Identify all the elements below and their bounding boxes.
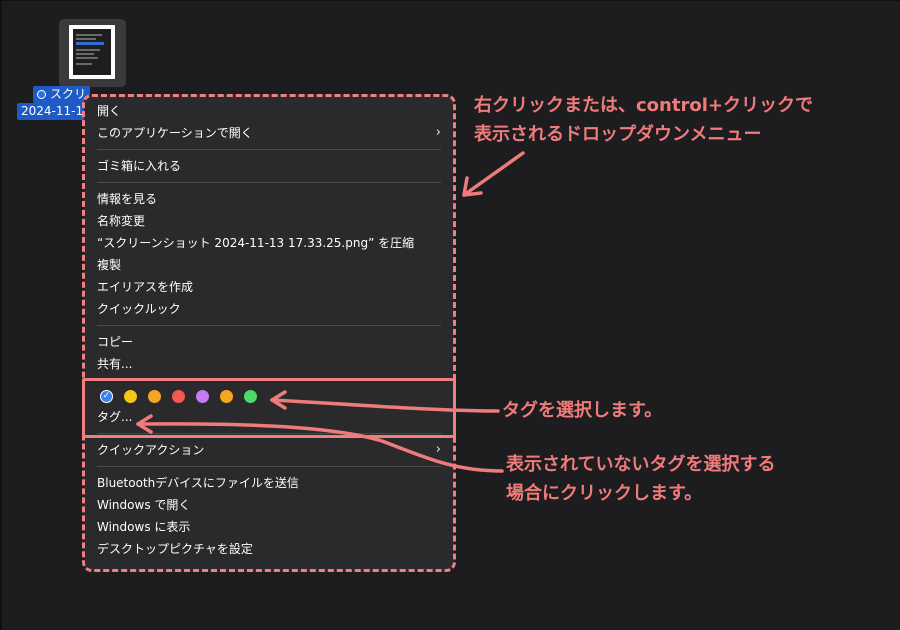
menu-separator xyxy=(97,380,441,381)
annotation-tag-select: タグを選択します。 xyxy=(502,400,663,421)
menu-separator xyxy=(97,433,441,434)
menu-item-3-1-label: 共有... xyxy=(97,357,133,371)
menu-item-bottom-3[interactable]: デスクトップピクチャを設定 xyxy=(97,538,441,560)
menu-item-bottom-1-label: Windows で開く xyxy=(97,498,191,512)
menu-item-quick-actions[interactable]: クイックアクション › xyxy=(97,439,441,461)
menu-item-bottom-2-label: Windows に表示 xyxy=(97,520,191,534)
menu-item-1-0-label: ゴミ箱に入れる xyxy=(97,159,182,173)
menu-item-2-2-label: “スクリーンショット 2024-11-13 17.33.25.png” を圧縮 xyxy=(97,236,415,250)
menu-item-0-1-label: このアプリケーションで開く xyxy=(97,126,253,140)
annotation-menu-note: 右クリックまたは、control+クリックで 表示されるドロップダウンメニュー xyxy=(474,91,813,149)
tag-color-row: ✓ xyxy=(97,386,441,406)
menu-item-bottom-0[interactable]: Bluetoothデバイスにファイルを送信 xyxy=(97,472,441,494)
tag-color-purple[interactable] xyxy=(196,389,209,403)
annotation-menu-note-line2: 表示されるドロップダウンメニュー xyxy=(474,124,762,145)
menu-separator xyxy=(97,182,441,183)
menu-item-2-5-label: クイックルック xyxy=(97,302,181,316)
annotation-hidden-tag-note: 表示されていないタグを選択する 場合にクリックします。 xyxy=(506,450,775,508)
menu-item-2-5[interactable]: クイックルック xyxy=(97,298,441,320)
menu-item-0-1[interactable]: このアプリケーションで開く › xyxy=(97,122,441,144)
annotation-hidden-tag-note-line1: 表示されていないタグを選択する xyxy=(506,454,776,475)
menu-item-bottom-2[interactable]: Windows に表示 xyxy=(97,516,441,538)
file-thumbnail-icon[interactable] xyxy=(59,19,126,87)
menu-item-0-0[interactable]: 開く xyxy=(97,100,441,122)
menu-item-2-4[interactable]: エイリアスを作成 xyxy=(97,276,441,298)
tag-color-green[interactable] xyxy=(244,389,257,403)
menu-item-2-3[interactable]: 複製 xyxy=(97,254,441,276)
file-name-line1: スクリ xyxy=(50,87,87,101)
menu-separator xyxy=(97,149,441,150)
chevron-right-icon: › xyxy=(435,442,441,457)
tag-color-yellow[interactable] xyxy=(124,389,137,403)
checkmark-icon: ✓ xyxy=(102,390,111,401)
context-menu: 開くこのアプリケーションで開く › ゴミ箱に入れる 情報を見る名称変更 “スクリーンショ… xyxy=(84,94,454,572)
menu-item-bottom-3-label: デスクトップピクチャを設定 xyxy=(97,542,253,556)
chevron-right-icon: › xyxy=(435,125,441,140)
menu-item-tags-label: タグ... xyxy=(97,410,133,424)
menu-separator xyxy=(97,466,441,467)
menu-item-1-0[interactable]: ゴミ箱に入れる xyxy=(97,155,441,177)
annotation-menu-note-line1: 右クリックまたは、control+クリックで xyxy=(474,95,813,116)
menu-item-bottom-0-label: Bluetoothデバイスにファイルを送信 xyxy=(97,476,299,490)
menu-item-2-0-label: 情報を見る xyxy=(97,192,158,206)
menu-item-0-0-label: 開く xyxy=(97,104,122,118)
menu-item-2-1-label: 名称変更 xyxy=(97,214,146,228)
menu-item-3-1[interactable]: 共有... xyxy=(97,353,441,375)
menu-item-3-0[interactable]: コピー xyxy=(97,331,441,353)
tag-color-orange[interactable] xyxy=(148,389,161,403)
annotation-hidden-tag-note-line2: 場合にクリックします。 xyxy=(506,483,703,504)
menu-item-3-0-label: コピー xyxy=(97,335,134,349)
desktop: スクリ 2024-11-13 開く このアプリケーションで開く › ゴミ箱に入れる 情報… xyxy=(0,0,900,630)
tag-color-red[interactable] xyxy=(172,389,185,403)
menu-item-2-2[interactable]: “スクリーンショット 2024-11-13 17.33.25.png” を圧縮 xyxy=(97,232,441,254)
file-tag-dot-icon xyxy=(37,90,46,99)
menu-item-quick-actions-label: クイックアクション xyxy=(97,443,205,457)
screenshot-thumbnail xyxy=(69,25,115,79)
menu-item-2-0[interactable]: 情報を見る xyxy=(97,188,441,210)
menu-item-bottom-1[interactable]: Windows で開く xyxy=(97,494,441,516)
menu-item-2-1[interactable]: 名称変更 xyxy=(97,210,441,232)
menu-item-tags[interactable]: タグ... xyxy=(97,406,441,428)
arrow-to-menu-icon xyxy=(462,151,525,197)
menu-item-2-4-label: エイリアスを作成 xyxy=(97,280,194,294)
tag-color-orange2[interactable] xyxy=(220,389,233,403)
tag-color-blue[interactable]: ✓ xyxy=(100,389,113,403)
menu-item-2-3-label: 複製 xyxy=(97,258,122,272)
menu-separator xyxy=(97,325,441,326)
